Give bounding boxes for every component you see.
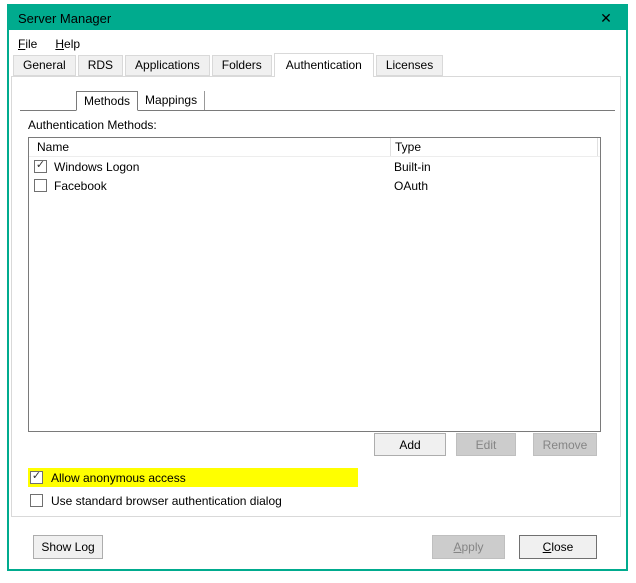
close-icon[interactable]: ✕ [586,6,626,30]
column-header-type[interactable]: Type [390,138,598,156]
subtab-methods[interactable]: Methods [76,91,139,111]
method-type: OAuth [394,178,429,193]
tab-general[interactable]: General [13,55,76,76]
allow-anonymous-access-option[interactable]: ✓ Allow anonymous access [28,468,358,487]
tab-rds[interactable]: RDS [77,55,124,76]
authentication-tab-pane: Methods Mappings Authentication Methods:… [11,76,621,517]
method-name: Windows Logon [54,159,140,174]
method-name: Facebook [54,178,107,193]
add-button[interactable]: Add [374,433,446,456]
list-header: Name Type [29,138,600,157]
checkbox-checked-icon[interactable]: ✓ [34,160,47,173]
authentication-methods-list[interactable]: Name Type ✓ Windows Logon Built-in Faceb… [28,137,601,432]
subtab-mappings[interactable]: Mappings [138,91,206,110]
tab-folders[interactable]: Folders [211,55,272,76]
column-header-name[interactable]: Name [29,140,390,154]
close-button[interactable]: Close [519,535,597,559]
checkbox-unchecked-icon[interactable] [34,179,47,192]
checkbox-checked-icon[interactable]: ✓ [30,471,43,484]
show-log-button[interactable]: Show Log [33,535,103,559]
standard-browser-dialog-option[interactable]: Use standard browser authentication dial… [28,491,282,510]
authentication-methods-label: Authentication Methods: [28,118,157,132]
list-row-windows-logon[interactable]: ✓ Windows Logon Built-in [29,157,600,176]
tab-applications[interactable]: Applications [125,55,210,76]
tab-authentication[interactable]: Authentication [273,53,374,77]
window-title: Server Manager [18,10,112,26]
allow-anonymous-access-label: Allow anonymous access [51,470,186,485]
list-row-facebook[interactable]: Facebook OAuth [29,176,600,195]
title-bar: Server Manager [9,6,626,30]
standard-browser-dialog-label: Use standard browser authentication dial… [51,493,282,508]
sub-tab-strip: Methods Mappings [20,90,615,111]
remove-button[interactable]: Remove [533,433,597,456]
apply-button[interactable]: Apply [432,535,505,559]
method-type: Built-in [394,159,431,174]
tab-licenses[interactable]: Licenses [375,55,444,76]
server-manager-window: Server Manager ✕ File Help General RDS A… [7,4,628,571]
main-tab-strip: General RDS Applications Folders Authent… [13,53,445,77]
edit-button[interactable]: Edit [456,433,516,456]
checkbox-unchecked-icon[interactable] [30,494,43,507]
